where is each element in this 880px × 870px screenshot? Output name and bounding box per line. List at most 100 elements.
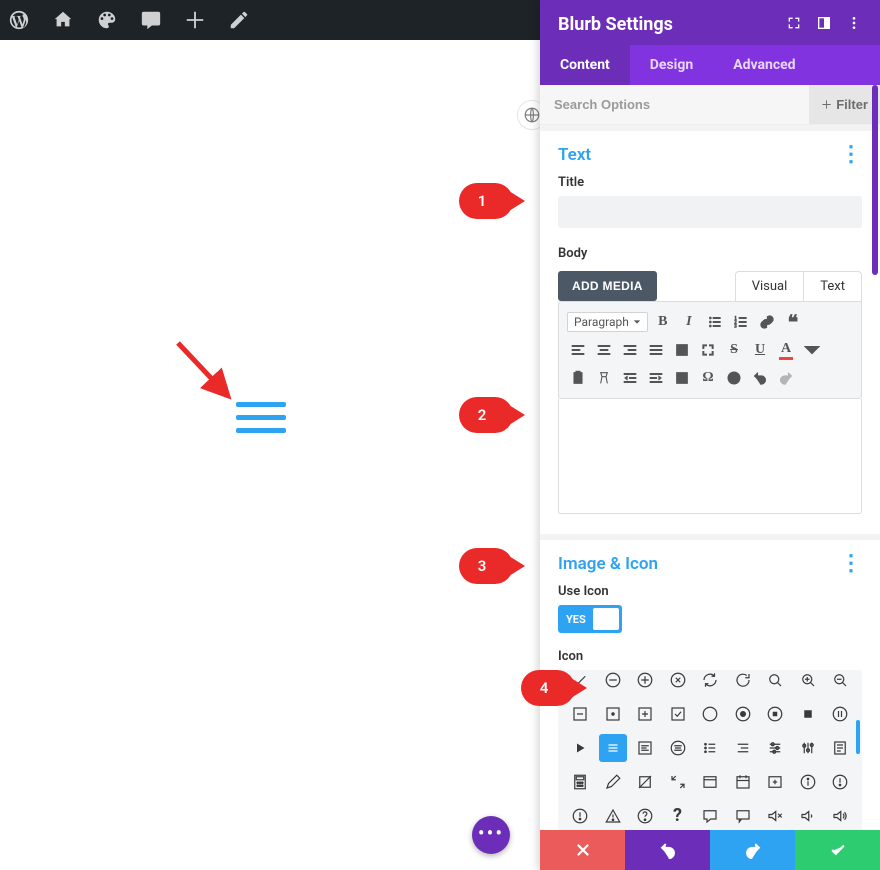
- icon-refresh[interactable]: [696, 670, 724, 694]
- dashboard-icon[interactable]: [52, 9, 74, 31]
- format-select[interactable]: Paragraph: [567, 312, 648, 332]
- icon-chat-square[interactable]: [729, 802, 757, 830]
- icon-alert-circle[interactable]: [566, 802, 594, 830]
- icon-add-window[interactable]: [761, 768, 789, 796]
- link-icon[interactable]: [756, 311, 778, 333]
- expand-icon[interactable]: [786, 15, 802, 35]
- icon-square-plus[interactable]: [631, 700, 659, 728]
- emoji-icon[interactable]: [723, 367, 745, 389]
- title-input[interactable]: [558, 196, 862, 228]
- align-right-icon[interactable]: [619, 339, 641, 361]
- filter-button[interactable]: Filter: [809, 85, 880, 124]
- icon-mute[interactable]: [761, 802, 789, 830]
- icon-picker-scrollbar[interactable]: [856, 720, 860, 754]
- tab-advanced[interactable]: Advanced: [713, 45, 815, 85]
- strike-icon[interactable]: S: [723, 339, 745, 361]
- icon-stop-circle[interactable]: [761, 700, 789, 728]
- icon-record[interactable]: [729, 700, 757, 728]
- underline-icon[interactable]: U: [749, 339, 771, 361]
- undo-button[interactable]: [625, 830, 710, 870]
- add-media-button[interactable]: ADD MEDIA: [558, 271, 657, 301]
- search-input[interactable]: [540, 85, 809, 124]
- icon-align-right-alt[interactable]: [729, 734, 757, 762]
- textcolor-dropdown-icon[interactable]: [801, 339, 823, 361]
- icon-warning[interactable]: [599, 802, 627, 830]
- quote-icon[interactable]: ❝: [782, 311, 804, 333]
- icon-equalizer[interactable]: [794, 734, 822, 762]
- icon-play[interactable]: [566, 734, 594, 762]
- icon-calc[interactable]: [566, 768, 594, 796]
- tab-content[interactable]: Content: [540, 45, 630, 85]
- icon-x-circle[interactable]: [664, 670, 692, 694]
- icon-list[interactable]: [696, 734, 724, 762]
- icon-align-center-alt[interactable]: [664, 734, 692, 762]
- icon-square-dot[interactable]: [599, 700, 627, 728]
- icon-date[interactable]: [729, 768, 757, 796]
- align-left-icon[interactable]: [567, 339, 589, 361]
- icon-collapse[interactable]: [664, 768, 692, 796]
- icon-alert[interactable]: [826, 768, 854, 796]
- icon-square-check[interactable]: [664, 700, 692, 728]
- italic-icon[interactable]: I: [678, 311, 700, 333]
- customize-icon[interactable]: [96, 9, 118, 31]
- icon-plus-circle[interactable]: [631, 670, 659, 694]
- align-center-icon[interactable]: [593, 339, 615, 361]
- save-button[interactable]: [795, 830, 880, 870]
- builder-fab[interactable]: •••: [472, 816, 510, 854]
- icon-search[interactable]: [761, 670, 789, 694]
- edit-icon[interactable]: [228, 9, 250, 31]
- icon-chat[interactable]: [696, 802, 724, 830]
- icon-stop[interactable]: [794, 700, 822, 728]
- section-text-options[interactable]: ⋮: [840, 151, 862, 160]
- icon-edit[interactable]: [599, 768, 627, 796]
- icon-question[interactable]: ?: [664, 802, 692, 830]
- icon-sliders[interactable]: [761, 734, 789, 762]
- more-icon[interactable]: [846, 15, 862, 35]
- snap-icon[interactable]: [816, 15, 832, 35]
- icon-zoomout[interactable]: [826, 670, 854, 694]
- icon-reload[interactable]: [729, 670, 757, 694]
- clear-icon[interactable]: [593, 367, 615, 389]
- scrollbar[interactable]: [872, 85, 878, 275]
- editor-tab-visual[interactable]: Visual: [735, 271, 805, 301]
- indent-left-icon[interactable]: [619, 367, 641, 389]
- add-new-icon[interactable]: [184, 9, 206, 31]
- icon-square-minus[interactable]: [566, 700, 594, 728]
- use-icon-toggle[interactable]: YES: [558, 605, 622, 633]
- icon-justify-selected[interactable]: [599, 734, 627, 762]
- cancel-button[interactable]: [540, 830, 625, 870]
- icon-volume-low[interactable]: [794, 802, 822, 830]
- icon-minus-circle[interactable]: [599, 670, 627, 694]
- body-editor[interactable]: [558, 399, 862, 514]
- icon-article[interactable]: [826, 734, 854, 762]
- icon-pause[interactable]: [826, 700, 854, 728]
- ol-icon[interactable]: 123: [730, 311, 752, 333]
- tab-design[interactable]: Design: [630, 45, 713, 85]
- justify-icon[interactable]: [645, 339, 667, 361]
- icon-zoomin[interactable]: [794, 670, 822, 694]
- table-icon[interactable]: [671, 339, 693, 361]
- readmore-icon[interactable]: [671, 367, 693, 389]
- wordpress-icon[interactable]: [8, 9, 30, 31]
- callout-2: 2: [459, 397, 513, 433]
- icon-volume-high[interactable]: [826, 802, 854, 830]
- icon-info[interactable]: [794, 768, 822, 796]
- specialchar-icon[interactable]: Ω: [697, 367, 719, 389]
- indent-right-icon[interactable]: [645, 367, 667, 389]
- comments-icon[interactable]: [140, 9, 162, 31]
- icon-circle[interactable]: [696, 700, 724, 728]
- fullscreen-icon[interactable]: [697, 339, 719, 361]
- section-image-icon-options[interactable]: ⋮: [840, 560, 862, 569]
- icon-window[interactable]: [696, 768, 724, 796]
- editor-tab-text[interactable]: Text: [804, 271, 862, 301]
- textcolor-icon[interactable]: A: [775, 339, 797, 361]
- icon-no-crop[interactable]: [631, 768, 659, 796]
- undo-icon[interactable]: [749, 367, 771, 389]
- bold-icon[interactable]: B: [652, 311, 674, 333]
- ul-icon[interactable]: [704, 311, 726, 333]
- icon-help[interactable]: [631, 802, 659, 830]
- icon-align-left-alt[interactable]: [631, 734, 659, 762]
- paste-icon[interactable]: [567, 367, 589, 389]
- redo-button[interactable]: [710, 830, 795, 870]
- redo-icon[interactable]: [775, 367, 797, 389]
